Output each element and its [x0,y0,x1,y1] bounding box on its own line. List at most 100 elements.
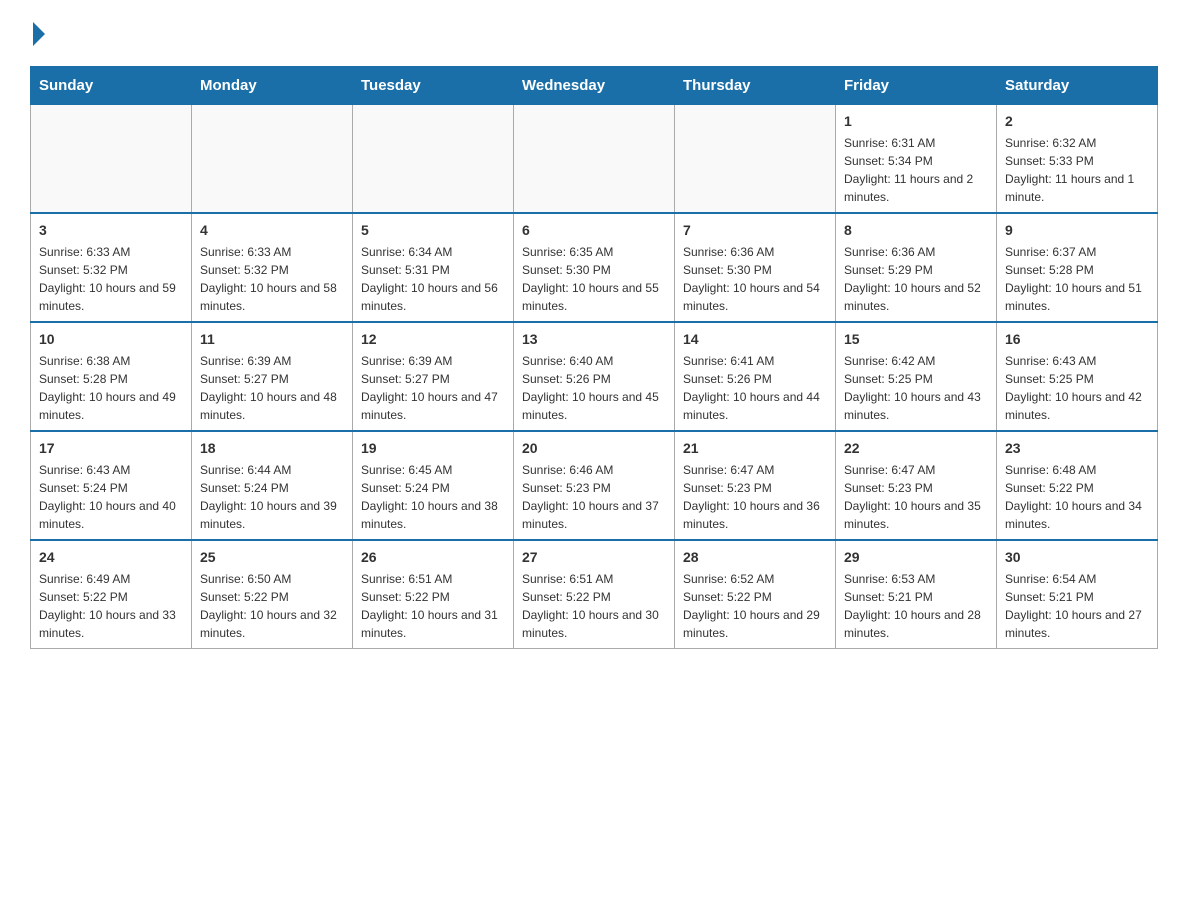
day-info: Sunrise: 6:44 AMSunset: 5:24 PMDaylight:… [200,461,344,533]
calendar-cell: 8Sunrise: 6:36 AMSunset: 5:29 PMDaylight… [836,213,997,322]
calendar-cell: 17Sunrise: 6:43 AMSunset: 5:24 PMDayligh… [31,431,192,540]
day-info: Sunrise: 6:31 AMSunset: 5:34 PMDaylight:… [844,134,988,206]
calendar-cell: 23Sunrise: 6:48 AMSunset: 5:22 PMDayligh… [997,431,1158,540]
calendar-cell: 11Sunrise: 6:39 AMSunset: 5:27 PMDayligh… [192,322,353,431]
column-header-sunday: Sunday [31,67,192,105]
column-header-monday: Monday [192,67,353,105]
day-number: 3 [39,220,183,241]
calendar-cell: 27Sunrise: 6:51 AMSunset: 5:22 PMDayligh… [514,540,675,649]
day-info: Sunrise: 6:52 AMSunset: 5:22 PMDaylight:… [683,570,827,642]
calendar-cell: 5Sunrise: 6:34 AMSunset: 5:31 PMDaylight… [353,213,514,322]
calendar-cell: 21Sunrise: 6:47 AMSunset: 5:23 PMDayligh… [675,431,836,540]
column-header-friday: Friday [836,67,997,105]
day-info: Sunrise: 6:51 AMSunset: 5:22 PMDaylight:… [361,570,505,642]
calendar-cell: 14Sunrise: 6:41 AMSunset: 5:26 PMDayligh… [675,322,836,431]
day-number: 13 [522,329,666,350]
day-info: Sunrise: 6:47 AMSunset: 5:23 PMDaylight:… [683,461,827,533]
day-info: Sunrise: 6:45 AMSunset: 5:24 PMDaylight:… [361,461,505,533]
day-number: 25 [200,547,344,568]
column-header-tuesday: Tuesday [353,67,514,105]
day-number: 1 [844,111,988,132]
day-number: 6 [522,220,666,241]
calendar-cell [31,105,192,214]
day-number: 21 [683,438,827,459]
calendar-cell [675,105,836,214]
logo-arrow-icon [33,22,45,46]
calendar-cell: 12Sunrise: 6:39 AMSunset: 5:27 PMDayligh… [353,322,514,431]
calendar-cell: 22Sunrise: 6:47 AMSunset: 5:23 PMDayligh… [836,431,997,540]
logo [30,20,45,46]
day-number: 28 [683,547,827,568]
day-number: 26 [361,547,505,568]
calendar-cell: 28Sunrise: 6:52 AMSunset: 5:22 PMDayligh… [675,540,836,649]
day-info: Sunrise: 6:43 AMSunset: 5:25 PMDaylight:… [1005,352,1149,424]
day-number: 2 [1005,111,1149,132]
day-info: Sunrise: 6:47 AMSunset: 5:23 PMDaylight:… [844,461,988,533]
column-header-wednesday: Wednesday [514,67,675,105]
calendar-cell: 25Sunrise: 6:50 AMSunset: 5:22 PMDayligh… [192,540,353,649]
calendar-table: SundayMondayTuesdayWednesdayThursdayFrid… [30,66,1158,649]
day-number: 18 [200,438,344,459]
page-header [30,20,1158,46]
day-info: Sunrise: 6:53 AMSunset: 5:21 PMDaylight:… [844,570,988,642]
column-header-saturday: Saturday [997,67,1158,105]
day-number: 10 [39,329,183,350]
day-number: 14 [683,329,827,350]
calendar-week-row: 3Sunrise: 6:33 AMSunset: 5:32 PMDaylight… [31,213,1158,322]
calendar-week-row: 17Sunrise: 6:43 AMSunset: 5:24 PMDayligh… [31,431,1158,540]
day-number: 19 [361,438,505,459]
calendar-week-row: 10Sunrise: 6:38 AMSunset: 5:28 PMDayligh… [31,322,1158,431]
calendar-cell: 16Sunrise: 6:43 AMSunset: 5:25 PMDayligh… [997,322,1158,431]
column-header-thursday: Thursday [675,67,836,105]
calendar-cell: 2Sunrise: 6:32 AMSunset: 5:33 PMDaylight… [997,105,1158,214]
day-number: 16 [1005,329,1149,350]
calendar-cell: 18Sunrise: 6:44 AMSunset: 5:24 PMDayligh… [192,431,353,540]
day-number: 4 [200,220,344,241]
day-info: Sunrise: 6:37 AMSunset: 5:28 PMDaylight:… [1005,243,1149,315]
calendar-cell: 3Sunrise: 6:33 AMSunset: 5:32 PMDaylight… [31,213,192,322]
day-info: Sunrise: 6:46 AMSunset: 5:23 PMDaylight:… [522,461,666,533]
calendar-header-row: SundayMondayTuesdayWednesdayThursdayFrid… [31,67,1158,105]
day-info: Sunrise: 6:40 AMSunset: 5:26 PMDaylight:… [522,352,666,424]
calendar-cell [192,105,353,214]
day-info: Sunrise: 6:43 AMSunset: 5:24 PMDaylight:… [39,461,183,533]
day-number: 15 [844,329,988,350]
day-info: Sunrise: 6:33 AMSunset: 5:32 PMDaylight:… [39,243,183,315]
day-info: Sunrise: 6:54 AMSunset: 5:21 PMDaylight:… [1005,570,1149,642]
calendar-week-row: 24Sunrise: 6:49 AMSunset: 5:22 PMDayligh… [31,540,1158,649]
day-number: 17 [39,438,183,459]
day-info: Sunrise: 6:51 AMSunset: 5:22 PMDaylight:… [522,570,666,642]
day-info: Sunrise: 6:39 AMSunset: 5:27 PMDaylight:… [200,352,344,424]
day-info: Sunrise: 6:48 AMSunset: 5:22 PMDaylight:… [1005,461,1149,533]
calendar-cell: 24Sunrise: 6:49 AMSunset: 5:22 PMDayligh… [31,540,192,649]
calendar-cell: 7Sunrise: 6:36 AMSunset: 5:30 PMDaylight… [675,213,836,322]
day-info: Sunrise: 6:50 AMSunset: 5:22 PMDaylight:… [200,570,344,642]
day-info: Sunrise: 6:35 AMSunset: 5:30 PMDaylight:… [522,243,666,315]
day-number: 12 [361,329,505,350]
day-number: 8 [844,220,988,241]
day-number: 5 [361,220,505,241]
calendar-cell [353,105,514,214]
day-number: 29 [844,547,988,568]
day-info: Sunrise: 6:42 AMSunset: 5:25 PMDaylight:… [844,352,988,424]
day-info: Sunrise: 6:36 AMSunset: 5:29 PMDaylight:… [844,243,988,315]
calendar-week-row: 1Sunrise: 6:31 AMSunset: 5:34 PMDaylight… [31,105,1158,214]
day-number: 7 [683,220,827,241]
calendar-cell: 6Sunrise: 6:35 AMSunset: 5:30 PMDaylight… [514,213,675,322]
calendar-cell: 15Sunrise: 6:42 AMSunset: 5:25 PMDayligh… [836,322,997,431]
calendar-cell: 20Sunrise: 6:46 AMSunset: 5:23 PMDayligh… [514,431,675,540]
day-info: Sunrise: 6:49 AMSunset: 5:22 PMDaylight:… [39,570,183,642]
calendar-cell: 13Sunrise: 6:40 AMSunset: 5:26 PMDayligh… [514,322,675,431]
day-number: 9 [1005,220,1149,241]
day-info: Sunrise: 6:38 AMSunset: 5:28 PMDaylight:… [39,352,183,424]
calendar-cell: 19Sunrise: 6:45 AMSunset: 5:24 PMDayligh… [353,431,514,540]
day-info: Sunrise: 6:34 AMSunset: 5:31 PMDaylight:… [361,243,505,315]
calendar-cell: 1Sunrise: 6:31 AMSunset: 5:34 PMDaylight… [836,105,997,214]
calendar-cell [514,105,675,214]
day-info: Sunrise: 6:36 AMSunset: 5:30 PMDaylight:… [683,243,827,315]
calendar-cell: 4Sunrise: 6:33 AMSunset: 5:32 PMDaylight… [192,213,353,322]
day-info: Sunrise: 6:41 AMSunset: 5:26 PMDaylight:… [683,352,827,424]
day-number: 11 [200,329,344,350]
day-number: 24 [39,547,183,568]
calendar-cell: 30Sunrise: 6:54 AMSunset: 5:21 PMDayligh… [997,540,1158,649]
